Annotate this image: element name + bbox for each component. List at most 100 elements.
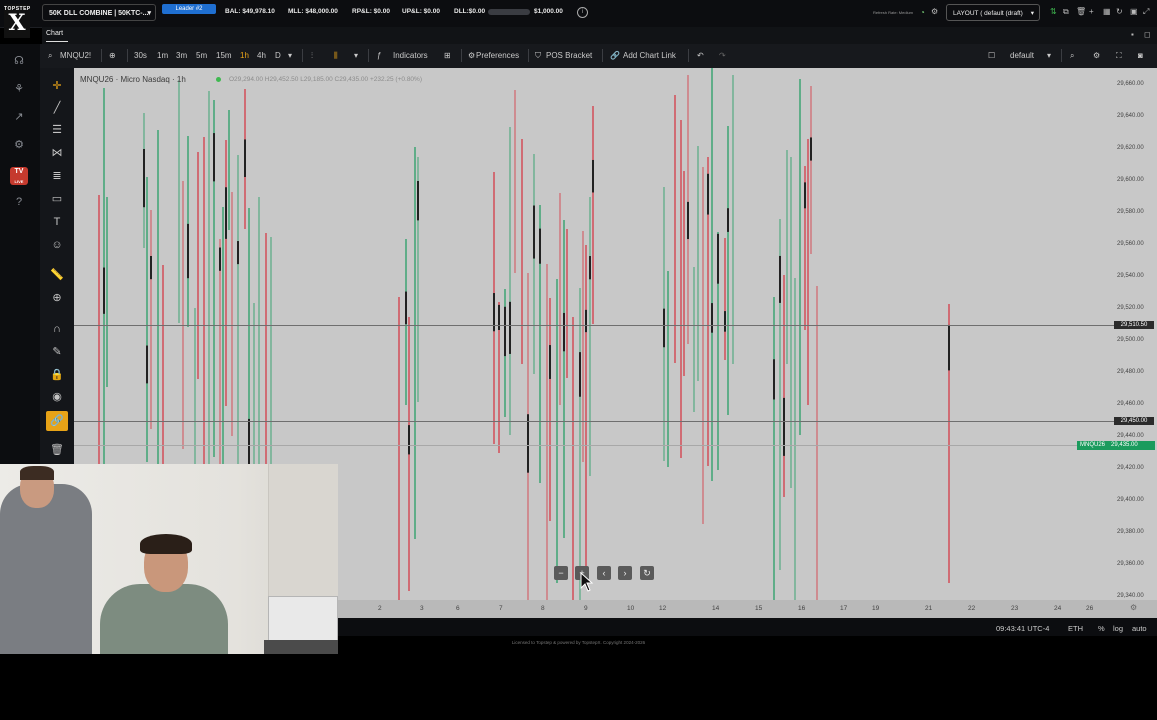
copy-icon[interactable]: ⧉: [1063, 7, 1069, 17]
account-selector[interactable]: 50K DLL COMBINE | 50KTC-... ▾: [42, 4, 156, 21]
chevron-down-icon[interactable]: ▾: [1047, 51, 1051, 60]
log-toggle[interactable]: log: [1113, 624, 1123, 633]
add-icon[interactable]: +: [1089, 7, 1094, 16]
pos-bracket-button[interactable]: POS Bracket: [546, 51, 592, 60]
pattern-icon[interactable]: ⋈: [49, 145, 65, 161]
sidebar-item-dashboard[interactable]: ⚘: [10, 82, 28, 96]
auto-toggle[interactable]: auto: [1132, 624, 1147, 633]
tab-chart[interactable]: Chart: [46, 30, 63, 37]
timeframe-1m[interactable]: 1m: [157, 51, 168, 60]
preferences-icon[interactable]: ⚙: [468, 51, 475, 60]
refresh-icon[interactable]: ↻: [1116, 7, 1123, 16]
info-icon[interactable]: i: [577, 7, 588, 18]
redo-icon[interactable]: ↷: [719, 51, 726, 60]
chevron-down-icon[interactable]: ▾: [288, 51, 292, 60]
timeframe-15m[interactable]: 15m: [216, 51, 232, 60]
divider: [688, 49, 689, 62]
text-icon[interactable]: T: [49, 214, 65, 230]
hlines-icon[interactable]: ☰: [49, 122, 65, 138]
reset-chart-button[interactable]: ↻: [640, 566, 654, 580]
candle-body: [589, 256, 591, 280]
pencil-icon[interactable]: ✎: [49, 344, 65, 360]
tradingview-badge[interactable]: TV LIVE: [10, 167, 28, 185]
clock-timezone[interactable]: 09:43:41 UTC-4: [996, 624, 1049, 633]
candle-body: [143, 148, 145, 208]
trendline-icon[interactable]: ╱: [49, 100, 65, 116]
crosshair-icon[interactable]: ✛: [49, 78, 65, 94]
fullscreen-icon[interactable]: ⛶: [1116, 51, 1122, 61]
printer: [268, 596, 338, 646]
tab-underline: [46, 41, 68, 42]
timeframe-30s[interactable]: 30s: [134, 51, 147, 60]
expand-icon[interactable]: ⤢: [1143, 7, 1149, 17]
checkbox-icon[interactable]: ☐: [988, 51, 995, 60]
indicators-icon[interactable]: ƒ: [377, 51, 381, 60]
timeframe-5m[interactable]: 5m: [196, 51, 207, 60]
scroll-right-button[interactable]: ›: [618, 566, 632, 580]
magnet-icon[interactable]: ∩: [49, 321, 65, 337]
link-icon[interactable]: 🔗: [610, 51, 620, 60]
divider: [127, 49, 128, 62]
layout-selector[interactable]: LAYOUT ( default (draft) ▾: [946, 4, 1040, 21]
settings-icon[interactable]: ⚙: [931, 7, 938, 16]
scroll-left-button[interactable]: ‹: [597, 566, 611, 580]
sidebar-item-chart[interactable]: ☊: [10, 54, 28, 68]
candle-body: [810, 137, 812, 161]
trade-icon[interactable]: ⇅: [1050, 7, 1057, 16]
indicators-button[interactable]: Indicators: [393, 51, 428, 60]
popout-icon[interactable]: ◻: [1144, 30, 1151, 39]
sidebar-item-settings[interactable]: ⚙: [10, 138, 28, 152]
ruler-icon[interactable]: 📏: [49, 267, 65, 283]
candles-icon[interactable]: ⫼: [334, 51, 338, 61]
template-select[interactable]: default: [1010, 51, 1034, 60]
crosshair-price-badge: 29,510.50: [1114, 321, 1154, 329]
window-icon[interactable]: ▣: [1130, 7, 1138, 16]
axis-settings-icon[interactable]: ⚙: [1130, 603, 1137, 612]
search-icon[interactable]: ⌕: [48, 51, 52, 61]
settings-icon[interactable]: ⚙: [1093, 51, 1100, 60]
zoom-in-icon[interactable]: ⊕: [49, 290, 65, 306]
timeframe-1h[interactable]: 1h: [240, 51, 249, 60]
link-drawing-icon[interactable]: 🔗: [46, 411, 68, 431]
preferences-button[interactable]: Preferences: [476, 51, 519, 60]
add-chart-link-button[interactable]: Add Chart Link: [623, 51, 676, 60]
timeframe-3m[interactable]: 3m: [176, 51, 187, 60]
grid-icon[interactable]: ▦: [1103, 7, 1111, 16]
topstep-logo[interactable]: TOPSTEP X: [4, 4, 30, 38]
timeframe-4h[interactable]: 4h: [257, 51, 266, 60]
trash-icon[interactable]: 🗑: [49, 442, 65, 458]
add-tab-icon[interactable]: ▪: [1131, 30, 1134, 39]
candle-body: [592, 159, 594, 193]
timeframe-d[interactable]: D: [275, 51, 281, 60]
delete-icon[interactable]: 🗑: [1076, 7, 1086, 16]
last-price-line: [74, 445, 1114, 446]
lock-icon[interactable]: 🔒: [49, 367, 65, 383]
zoom-out-button[interactable]: −: [554, 566, 568, 580]
time-tick-label: 14: [712, 605, 720, 612]
search-icon[interactable]: ⌕: [1070, 51, 1074, 61]
time-tick-label: 22: [968, 605, 976, 612]
divider: [461, 49, 462, 62]
rectangle-icon[interactable]: ▭: [49, 191, 65, 207]
templates-icon[interactable]: ⊞: [444, 51, 451, 60]
shield-icon[interactable]: ⛉: [535, 51, 541, 61]
fib-icon[interactable]: ≣: [49, 168, 65, 184]
symbol-search[interactable]: MNQU2!: [60, 51, 91, 60]
sidebar-item-analytics[interactable]: ↗: [10, 110, 28, 124]
divider: [368, 49, 369, 62]
leader-badge[interactable]: Leader #2: [162, 4, 216, 14]
camera-icon[interactable]: ◙: [1138, 51, 1143, 60]
eye-icon[interactable]: ◉: [49, 389, 65, 405]
chevron-down-icon[interactable]: ▾: [354, 51, 358, 60]
percent-toggle[interactable]: %: [1098, 624, 1105, 633]
session-toggle[interactable]: ETH: [1068, 624, 1083, 633]
bar-type-icon[interactable]: ⫶: [311, 51, 313, 61]
emoji-icon[interactable]: ☺: [49, 237, 65, 253]
help-icon[interactable]: ?: [10, 196, 28, 210]
compare-icon[interactable]: ⊕: [109, 51, 116, 60]
time-tick-label: 2: [378, 605, 382, 612]
undo-icon[interactable]: ↶: [697, 51, 704, 60]
mouse-cursor: [580, 572, 594, 592]
candle-body: [663, 308, 665, 348]
candle-body: [563, 312, 565, 352]
